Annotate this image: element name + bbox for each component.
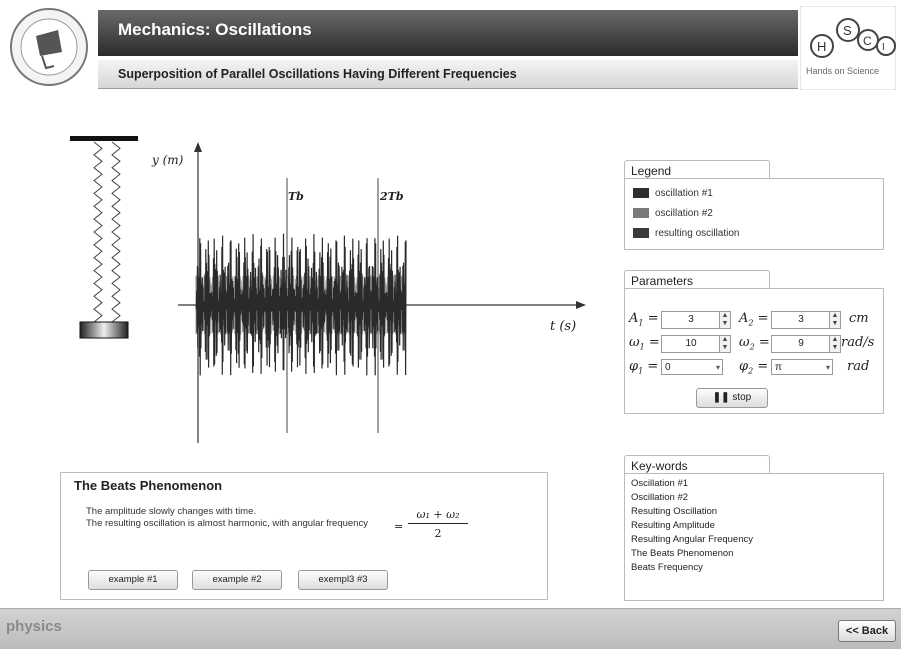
w2-spinner[interactable]: ▲ ▼ xyxy=(829,335,841,353)
page-subtitle: Superposition of Parallel Oscillations H… xyxy=(118,67,517,81)
oscillating-mass xyxy=(79,321,129,339)
w2-label: ω2 = xyxy=(739,335,770,352)
keyword-item[interactable]: Beats Frequency xyxy=(631,562,703,573)
phi1-select[interactable]: 0 ▾ xyxy=(661,359,723,375)
footer-bar xyxy=(0,608,901,649)
legend-item: resulting oscillation xyxy=(633,228,740,239)
formula-denominator: 2 xyxy=(434,527,442,540)
marker-tb-label: Tb xyxy=(288,190,304,203)
a1-input[interactable]: 3 xyxy=(661,311,721,329)
beats-title: The Beats Phenomenon xyxy=(74,478,223,493)
svg-text:Hands on Science: Hands on Science xyxy=(806,66,879,76)
a1-spinner[interactable]: ▲ ▼ xyxy=(719,311,731,329)
resulting-oscillation-curve xyxy=(195,233,407,376)
oscillation-simulation: y (m) t (s) Tb 2Tb xyxy=(60,128,600,458)
legend-swatch xyxy=(633,188,649,199)
stop-button[interactable]: ❚❚ stop xyxy=(696,388,768,408)
marker-2tb-label: 2Tb xyxy=(379,190,404,203)
chevron-down-icon: ▾ xyxy=(825,363,830,372)
phi2-select[interactable]: π ▾ xyxy=(771,359,833,375)
phi1-label: φ1 = xyxy=(629,359,659,376)
keywords-panel: Oscillation #1 Oscillation #2 Resulting … xyxy=(624,473,884,601)
x-axis-arrow xyxy=(576,301,586,309)
x-axis-label: t (s) xyxy=(550,319,576,334)
w1-spinner[interactable]: ▲ ▼ xyxy=(719,335,731,353)
phi2-label: φ2 = xyxy=(739,359,769,376)
w2-input[interactable]: 9 xyxy=(771,335,831,353)
keyword-item[interactable]: Resulting Angular Frequency xyxy=(631,534,753,545)
keyword-item[interactable]: Oscillation #1 xyxy=(631,478,688,489)
spring-coil-left xyxy=(93,141,103,323)
spring-ceiling xyxy=(70,136,138,141)
beats-description-line2: The resulting oscillation is almost harm… xyxy=(86,518,368,529)
legend-item: oscillation #2 xyxy=(633,208,713,219)
keyword-item[interactable]: Resulting Oscillation xyxy=(631,506,717,517)
legend-swatch xyxy=(633,208,649,219)
svg-text:C: C xyxy=(863,34,872,48)
keyword-item[interactable]: Resulting Amplitude xyxy=(631,520,715,531)
svg-text:H: H xyxy=(817,39,826,54)
footer-brand: physics xyxy=(6,618,62,635)
a2-input[interactable]: 3 xyxy=(771,311,831,329)
page-title: Mechanics: Oscillations xyxy=(118,20,312,39)
formula-numerator: ω₁ + ω₂ xyxy=(408,508,468,524)
university-seal-logo xyxy=(6,6,92,88)
a1-label: A1 = xyxy=(629,311,659,328)
pause-icon: ❚❚ xyxy=(712,392,733,403)
w1-input[interactable]: 10 xyxy=(661,335,721,353)
legend-swatch xyxy=(633,228,649,239)
y-axis-label: y (m) xyxy=(151,153,184,167)
angular-frequency-unit: rad/s xyxy=(841,335,875,350)
keyword-item[interactable]: The Beats Phenomenon xyxy=(631,548,733,559)
example-3-button[interactable]: exempl3 #3 xyxy=(298,570,388,590)
example-2-button[interactable]: example #2 xyxy=(192,570,282,590)
legend-panel: oscillation #1 oscillation #2 resulting … xyxy=(624,178,884,250)
amplitude-unit: cm xyxy=(849,311,869,326)
svg-text:S: S xyxy=(843,23,852,38)
hands-on-science-logo: H S C I Hands on Science xyxy=(799,5,897,91)
beats-description-line1: The amplitude slowly changes with time. xyxy=(86,506,257,517)
phase-unit: rad xyxy=(847,359,870,374)
legend-item: oscillation #1 xyxy=(633,188,713,199)
y-axis-arrow xyxy=(194,142,202,152)
a2-label: A2 = xyxy=(739,311,769,328)
keyword-item[interactable]: Oscillation #2 xyxy=(631,492,688,503)
chevron-down-icon: ▾ xyxy=(715,363,720,372)
example-1-button[interactable]: example #1 xyxy=(88,570,178,590)
back-button[interactable]: << Back xyxy=(838,620,896,642)
spring-coil-right xyxy=(111,141,121,323)
a2-spinner[interactable]: ▲ ▼ xyxy=(829,311,841,329)
w1-label: ω1 = xyxy=(629,335,660,352)
svg-text:I: I xyxy=(882,42,885,53)
